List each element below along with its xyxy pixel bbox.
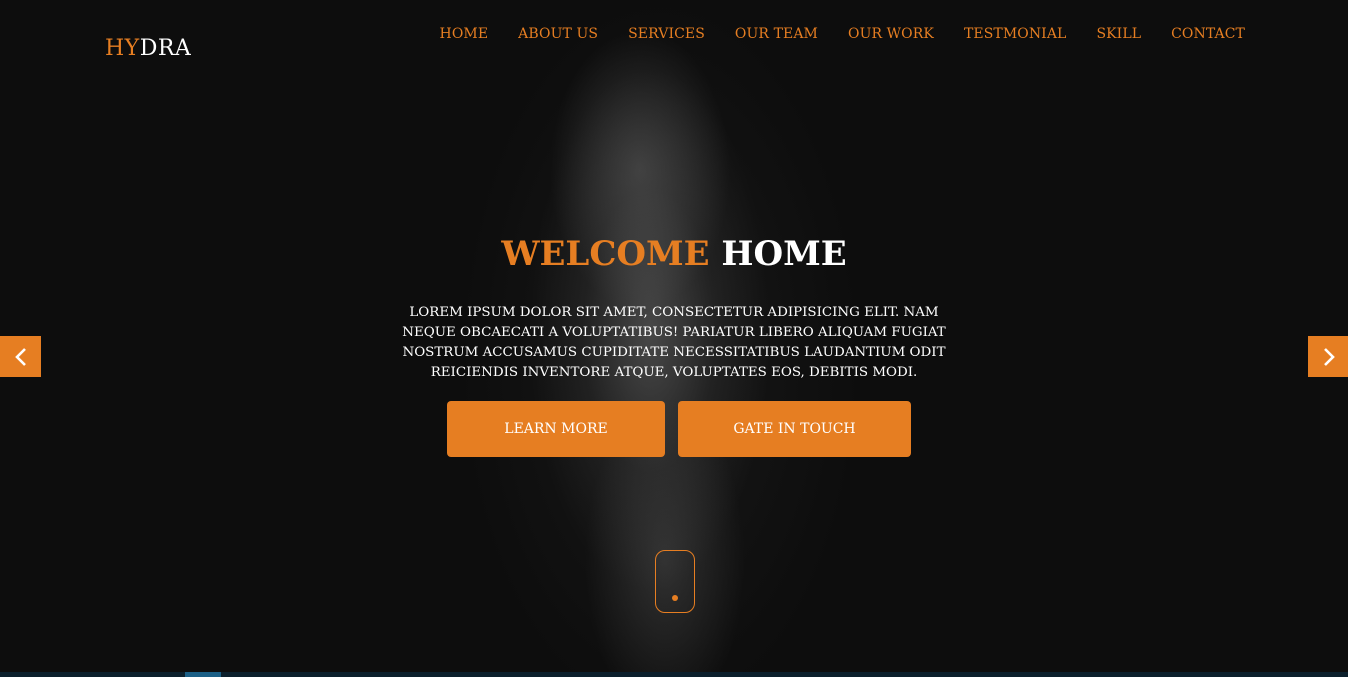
scroll-mouse-icon[interactable] (655, 550, 695, 613)
logo-part-1: HY (105, 36, 140, 61)
nav-item-testimonial[interactable]: TESTMONIAL (964, 24, 1067, 44)
slider-prev-button[interactable] (0, 336, 41, 377)
logo-part-2: DRA (139, 36, 192, 61)
chevron-left-icon (14, 347, 26, 366)
scroll-indicator-dot (672, 595, 678, 601)
nav-item-our-team[interactable]: OUR TEAM (735, 24, 818, 44)
learn-more-button[interactable]: LEARN MORE (447, 401, 665, 457)
next-section-edge (0, 672, 1348, 677)
get-in-touch-button[interactable]: GATE IN TOUCH (678, 401, 911, 457)
hero-title-accent: WELCOME (501, 234, 710, 274)
main-navigation: HOME ABOUT US SERVICES OUR TEAM OUR WORK… (440, 24, 1245, 44)
chevron-right-icon (1323, 347, 1335, 366)
nav-item-services[interactable]: SERVICES (628, 24, 705, 44)
slider-next-button[interactable] (1308, 336, 1348, 377)
next-section-accent (185, 672, 221, 677)
hero-section: HYDRA HOME ABOUT US SERVICES OUR TEAM OU… (0, 0, 1348, 677)
site-logo[interactable]: HYDRA (105, 36, 191, 61)
nav-item-contact[interactable]: CONTACT (1171, 24, 1245, 44)
hero-buttons: LEARN MORE GATE IN TOUCH (447, 401, 911, 457)
hero-description: LOREM IPSUM DOLOR SIT AMET, CONSECTETUR … (402, 305, 946, 380)
nav-item-home[interactable]: HOME (440, 24, 489, 44)
nav-item-our-work[interactable]: OUR WORK (848, 24, 934, 44)
hero-title-main: HOME (721, 234, 847, 274)
nav-item-skill[interactable]: SKILL (1096, 24, 1141, 44)
hero-title: WELCOME HOME (0, 234, 1348, 274)
nav-item-about-us[interactable]: ABOUT US (518, 24, 598, 44)
